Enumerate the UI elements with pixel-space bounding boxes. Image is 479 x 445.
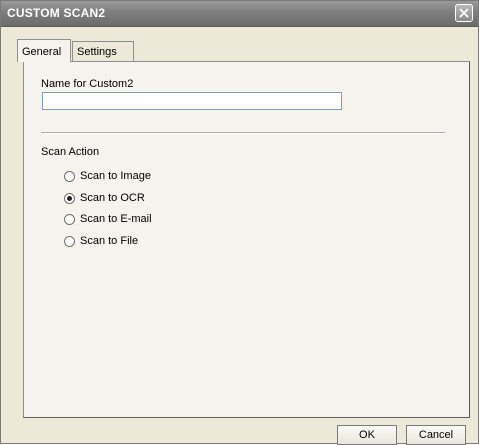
separator (41, 132, 445, 134)
name-label: Name for Custom2 (41, 78, 134, 90)
radio-selected-dot (67, 196, 72, 201)
radio-label: Scan to E-mail (80, 213, 152, 225)
close-button[interactable] (455, 4, 473, 22)
radio-label: Scan to OCR (80, 192, 145, 204)
name-input[interactable] (42, 92, 342, 110)
general-panel: Name for Custom2 Scan Action Scan to Ima… (23, 61, 470, 418)
custom-scan-dialog: CUSTOM SCAN2 General Settings Name for C… (0, 0, 479, 445)
title-bar[interactable]: CUSTOM SCAN2 (1, 1, 478, 27)
radio-label: Scan to File (80, 235, 139, 247)
radio-button[interactable] (64, 214, 75, 225)
tab-settings[interactable]: Settings (72, 41, 134, 61)
tab-general[interactable]: General (17, 39, 71, 62)
window-title: CUSTOM SCAN2 (7, 6, 106, 20)
cancel-button[interactable]: Cancel (406, 425, 466, 445)
radio-button[interactable] (64, 171, 75, 182)
close-icon (459, 8, 469, 18)
ok-button[interactable]: OK (337, 425, 397, 445)
radio-label: Scan to Image (80, 170, 151, 182)
radio-button[interactable] (64, 193, 75, 204)
scan-action-label: Scan Action (41, 146, 100, 158)
radio-button[interactable] (64, 236, 75, 247)
